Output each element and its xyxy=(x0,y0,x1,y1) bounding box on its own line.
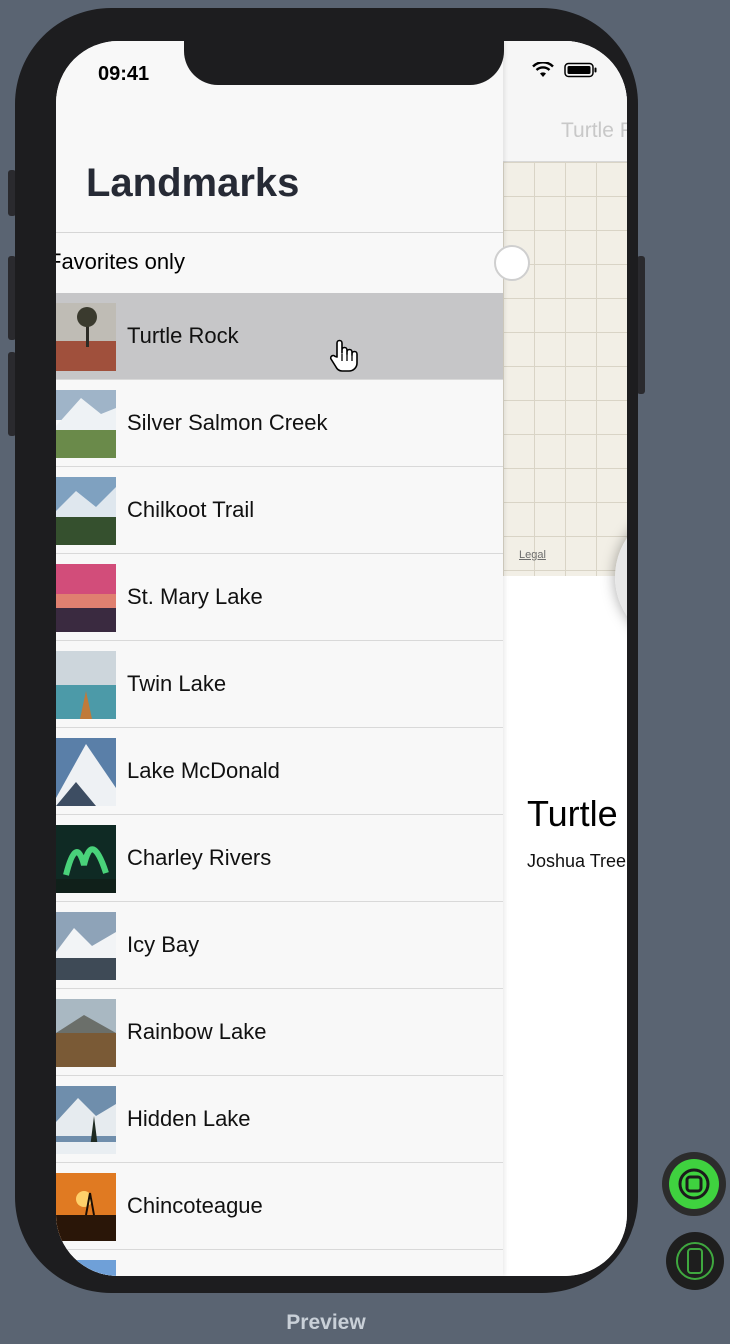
preview-label: Preview xyxy=(286,1311,366,1334)
landmark-name: Icy Bay xyxy=(127,932,200,957)
detail-nav-bar: Turtle Rock xyxy=(503,41,627,161)
landmark-thumbnail xyxy=(56,999,116,1067)
status-time: 09:41 xyxy=(98,63,150,85)
list-item[interactable]: St. Mary Lake xyxy=(56,554,503,641)
list-item[interactable]: Turtle Rock xyxy=(56,293,503,380)
landmark-name: Twin Lake xyxy=(127,671,227,696)
landmark-thumbnail xyxy=(56,477,116,545)
divider xyxy=(56,232,503,233)
list-item[interactable]: Chilkoot Trail xyxy=(56,467,503,554)
list-item[interactable]: Charley Rivers xyxy=(56,815,503,902)
device-frame: 09:41 Turtle Rock Legal Turtle Rock Josh… xyxy=(15,8,638,1293)
notch xyxy=(184,41,504,85)
preview-on-device-button[interactable] xyxy=(666,1232,724,1290)
landmark-name: St. Mary Lake xyxy=(127,584,263,609)
landmark-thumbnail xyxy=(56,390,116,458)
detail-nav-title: Turtle Rock xyxy=(561,119,627,142)
map-view[interactable] xyxy=(503,161,627,576)
landmark-name: Chincoteague xyxy=(127,1193,263,1218)
landmark-thumbnail xyxy=(56,303,116,371)
list-item[interactable] xyxy=(56,1250,503,1276)
power-button xyxy=(637,256,645,394)
landmark-thumbnail xyxy=(56,1086,116,1154)
battery-icon xyxy=(564,62,597,78)
list-item[interactable]: Twin Lake xyxy=(56,641,503,728)
landmark-name: Turtle Rock xyxy=(127,323,239,348)
list-item[interactable]: Chincoteague xyxy=(56,1163,503,1250)
list-item[interactable]: Rainbow Lake xyxy=(56,989,503,1076)
live-preview-icon xyxy=(669,1159,719,1209)
favorites-toggle-row[interactable]: Favorites only xyxy=(56,237,530,293)
detail-subtitle: Joshua Tree National Park xyxy=(527,851,627,871)
landmark-name: Lake McDonald xyxy=(127,758,280,783)
list-item[interactable]: Hidden Lake xyxy=(56,1076,503,1163)
landmark-list-pane: Landmarks Favorites only Turtle Rock Sil… xyxy=(56,41,530,1276)
list-item[interactable]: Icy Bay xyxy=(56,902,503,989)
landmark-thumbnail xyxy=(56,1260,116,1276)
landmark-thumbnail xyxy=(56,651,116,719)
landmark-list: Turtle Rock Silver Salmon Creek Chilkoot… xyxy=(56,293,503,1276)
device-icon xyxy=(676,1242,714,1280)
live-preview-button[interactable] xyxy=(662,1152,726,1216)
landmark-thumbnail xyxy=(56,912,116,980)
hand-cursor-icon xyxy=(329,339,358,372)
detail-title: Turtle Rock xyxy=(527,793,627,834)
map-legal-link[interactable]: Legal xyxy=(519,549,546,561)
favorites-label: Favorites only xyxy=(56,249,185,274)
status-icons xyxy=(532,62,598,78)
landmark-thumbnail xyxy=(56,564,116,632)
landmark-detail: Turtle Rock Legal Turtle Rock Joshua Tre… xyxy=(503,41,627,1276)
landmark-name: Silver Salmon Creek xyxy=(127,410,328,435)
landmark-thumbnail xyxy=(56,1173,116,1241)
landmark-thumbnail xyxy=(56,738,116,806)
device-screen: 09:41 Turtle Rock Legal Turtle Rock Josh… xyxy=(56,41,627,1276)
list-item[interactable]: Silver Salmon Creek xyxy=(56,380,503,467)
landmark-thumbnail xyxy=(56,825,116,893)
landmark-name: Chilkoot Trail xyxy=(127,497,255,522)
landmark-name: Hidden Lake xyxy=(127,1106,251,1131)
page-title: Landmarks xyxy=(86,161,300,205)
favorites-toggle[interactable] xyxy=(494,245,530,281)
landmark-name: Charley Rivers xyxy=(127,845,272,870)
list-item[interactable]: Lake McDonald xyxy=(56,728,503,815)
wifi-icon xyxy=(532,62,554,77)
landmark-name: Rainbow Lake xyxy=(127,1019,267,1044)
